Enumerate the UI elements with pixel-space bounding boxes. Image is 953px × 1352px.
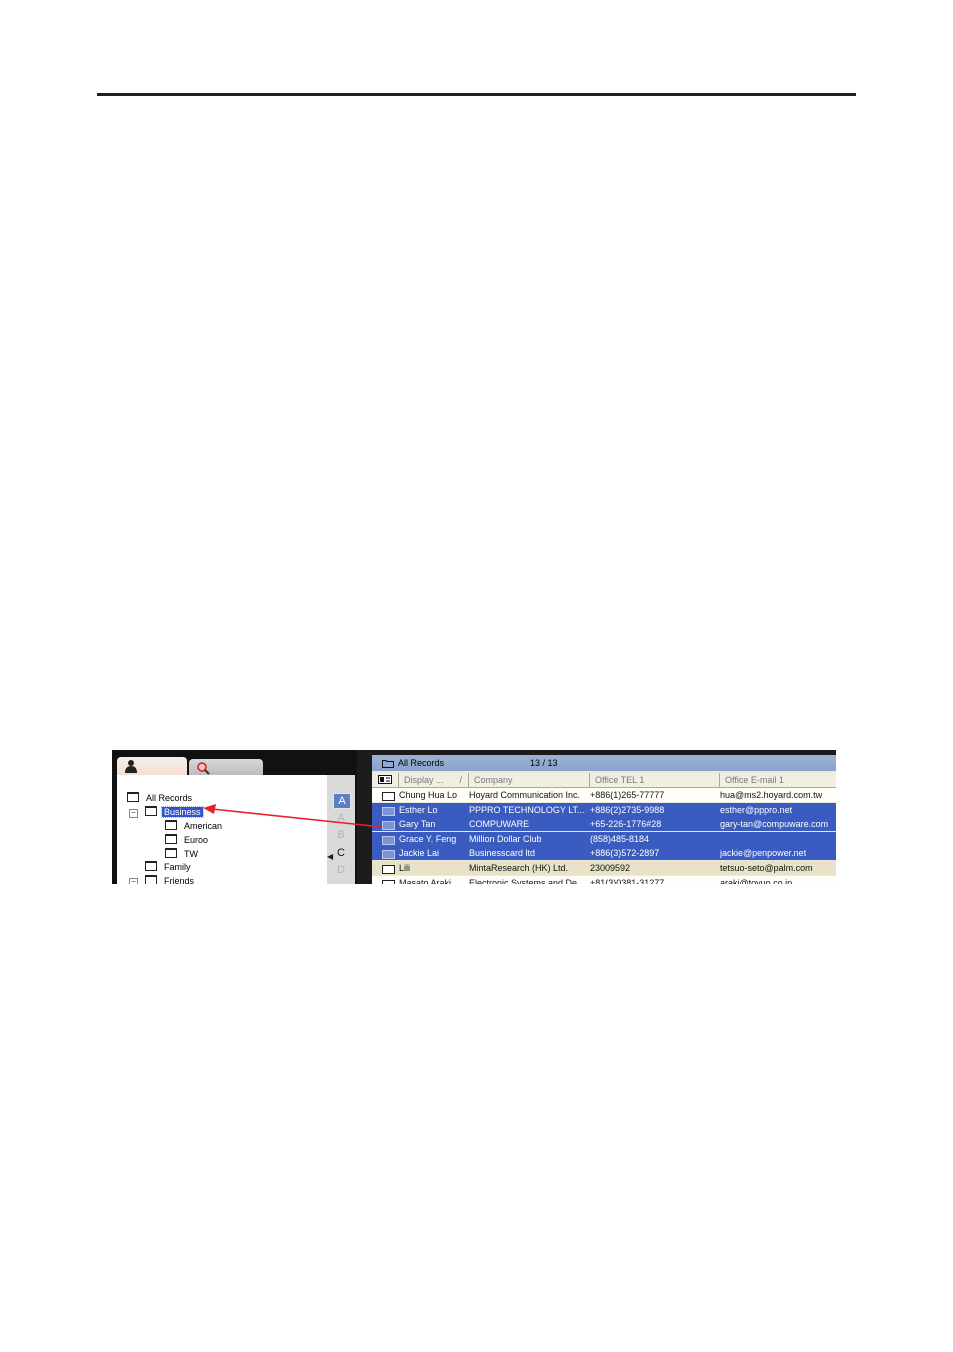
callout-arrowhead-icon: [203, 804, 216, 814]
page-rule: [97, 93, 856, 96]
callout-arrow-line: [211, 808, 383, 828]
callout-overlay: [203, 804, 383, 828]
app-screenshot: All Records − Business American Euroo TW…: [112, 750, 836, 884]
